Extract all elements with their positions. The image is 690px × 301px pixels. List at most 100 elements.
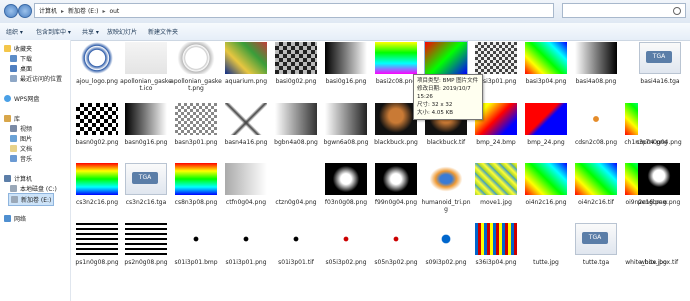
file-thumbnail (76, 42, 118, 74)
file-item[interactable]: oi4n2c16.tif (570, 163, 622, 206)
download-icon (10, 55, 17, 62)
file-item[interactable]: ajou_logo.png (71, 42, 123, 85)
video-icon (10, 125, 17, 132)
file-item[interactable]: move1.jpg (470, 163, 522, 206)
file-item[interactable]: TGA basi4a16.tga (634, 42, 686, 85)
sidebar-item-label: 计算机 (14, 176, 33, 183)
file-name: white_box.tif (639, 259, 679, 266)
file-name: bmp_24.png (527, 139, 565, 146)
file-item[interactable]: white_box.tif (633, 223, 685, 266)
file-item[interactable]: ctzn0g04.png (270, 163, 322, 206)
file-item[interactable]: basi0g02.png (270, 42, 322, 85)
sidebar-item-desktop[interactable]: 桌面 (10, 64, 32, 73)
breadcrumb-folder[interactable]: out (109, 8, 119, 15)
file-item[interactable]: ps2n0g08.png (120, 223, 172, 266)
file-item[interactable]: basn0g16.png (120, 103, 172, 146)
sidebar-item-videos[interactable]: 视频 (10, 124, 32, 133)
include-in-library-button[interactable]: 包含到库中 ▾ (36, 27, 71, 36)
file-name: s05i3p02.png (325, 259, 367, 266)
file-item[interactable]: bgbn4a08.png (270, 103, 322, 146)
sidebar-item-favorites[interactable]: 收藏夹 (4, 44, 32, 53)
sidebar-item-local-disk[interactable]: 本地磁盘 (C:) (10, 184, 57, 193)
new-folder-button[interactable]: 新建文件夹 (148, 27, 178, 36)
sidebar-item-network[interactable]: 网络 (4, 214, 26, 223)
sidebar-item-documents[interactable]: 文档 (10, 144, 32, 153)
organize-button[interactable]: 组织 ▾ (6, 27, 23, 36)
sidebar-item-label: 文档 (20, 146, 33, 153)
file-name: blackbuck.tif (426, 139, 466, 146)
sidebar-item-libraries[interactable]: 库 (4, 114, 20, 123)
breadcrumb-computer[interactable]: 计算机 (39, 8, 57, 15)
file-thumbnail: TGA (575, 223, 617, 255)
file-item[interactable]: ps1n0g08.png (71, 223, 123, 266)
file-thumbnail (375, 163, 417, 195)
file-thumbnail (275, 223, 317, 255)
cloud-icon (4, 95, 11, 102)
file-item[interactable]: s01i3p01.tif (270, 223, 322, 266)
file-item[interactable]: cs8n3p08.png (170, 163, 222, 206)
sidebar-item-wps[interactable]: WPS网盘 (4, 94, 39, 103)
file-item[interactable]: cm7n0g04.png (633, 103, 685, 146)
sidebar-item-computer[interactable]: 计算机 (4, 174, 32, 183)
file-name: s01i3p01.tif (278, 259, 314, 266)
file-thumbnail (76, 163, 118, 195)
sidebar-item-music[interactable]: 音乐 (10, 154, 32, 163)
sidebar-item-recent[interactable]: 最近访问的位置 (10, 74, 62, 83)
file-item[interactable]: s36i3p04.png (470, 223, 522, 266)
sidebar-item-new-volume[interactable]: 新加卷 (E:) (8, 193, 55, 206)
file-item[interactable]: s05i3p02.png (320, 223, 372, 266)
file-item[interactable]: basn0g02.png (71, 103, 123, 146)
file-item[interactable]: ctfn0g04.png (220, 163, 272, 206)
recent-places-icon (10, 75, 17, 82)
share-button[interactable]: 共享 ▾ (82, 27, 99, 36)
file-item[interactable]: apollonian_gasket.ico (120, 42, 172, 92)
file-item[interactable]: s01i3p01.bmp (170, 223, 222, 266)
file-thumbnail (125, 42, 167, 74)
sidebar-item-label: 视频 (20, 126, 33, 133)
file-thumbnail (375, 42, 417, 74)
file-name: basi0g16.png (325, 78, 367, 85)
file-item[interactable]: bmp_24.png (520, 103, 572, 146)
file-item[interactable]: s09i3p02.png (420, 223, 472, 266)
file-item[interactable]: pengbrew.png (633, 163, 685, 206)
file-name: cdsn2c08.png (574, 139, 618, 146)
file-item[interactable]: TGA tutte.tga (570, 223, 622, 266)
file-item[interactable]: f99n0g04.png (370, 163, 422, 206)
file-item[interactable]: apollonian_gasket.png (170, 42, 222, 92)
file-name: f99n0g04.png (374, 199, 418, 206)
file-item[interactable]: humanoid_tri.png (420, 163, 472, 213)
forward-button[interactable] (18, 4, 32, 18)
slideshow-button[interactable]: 放映幻灯片 (107, 27, 137, 36)
file-thumbnail (325, 103, 367, 135)
tooltip-size: 大小: 4.05 KB (417, 110, 453, 116)
sidebar-item-pictures[interactable]: 图片 (10, 134, 32, 143)
file-thumbnail (225, 223, 267, 255)
file-item[interactable]: TGA cs3n2c16.tga (120, 163, 172, 206)
file-item[interactable]: basn3p01.png (170, 103, 222, 146)
file-item[interactable]: basn4a16.png (220, 103, 272, 146)
file-name: s05n3p02.png (374, 259, 418, 266)
file-item[interactable]: cs3n2c16.png (71, 163, 123, 206)
file-item[interactable]: s01i3p01.png (220, 223, 272, 266)
address-bar[interactable]: 计算机 ▸ 新加卷 (E:) ▸ out (34, 3, 554, 18)
file-grid: ajou_logo.png apollonian_gasket.ico apollo… (71, 40, 690, 301)
back-button[interactable] (4, 4, 18, 18)
file-item[interactable]: basi4a08.png (570, 42, 622, 85)
file-item[interactable]: f03n0g08.png (320, 163, 372, 206)
sidebar-item-downloads[interactable]: 下载 (10, 54, 32, 63)
file-item[interactable]: basi0g16.png (320, 42, 372, 85)
file-thumbnail (575, 163, 617, 195)
file-item[interactable]: aquarium.png (220, 42, 272, 85)
file-name: s01i3p01.bmp (174, 259, 218, 266)
file-item[interactable]: bgwn6a08.png (320, 103, 372, 146)
tooltip-dimensions: 尺寸: 32 x 32 (417, 102, 453, 108)
file-item[interactable]: cdsn2c08.png (570, 103, 622, 146)
file-item[interactable]: basi3p04.png (520, 42, 572, 85)
sidebar-item-label: 库 (14, 116, 21, 123)
file-item[interactable]: s05n3p02.png (370, 223, 422, 266)
tooltip-type: 项目类型: BMP 图片文件 (417, 78, 479, 84)
file-item[interactable]: tutte.jpg (520, 223, 572, 266)
search-input[interactable] (562, 3, 686, 18)
file-item[interactable]: oi4n2c16.png (520, 163, 572, 206)
breadcrumb-drive[interactable]: 新加卷 (E:) (68, 8, 98, 15)
